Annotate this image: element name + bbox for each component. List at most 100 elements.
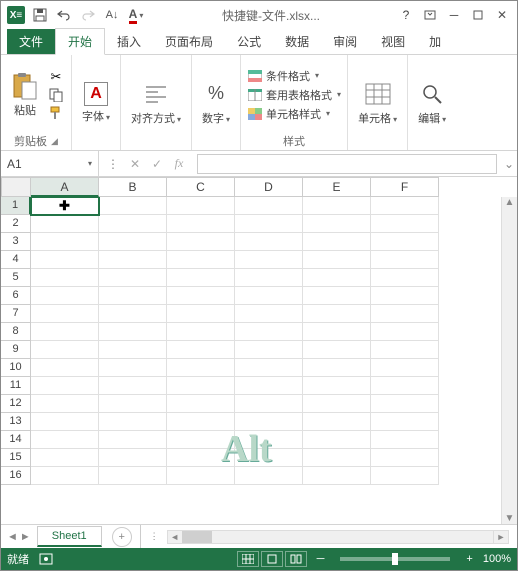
row-header[interactable]: 2 xyxy=(1,215,31,233)
column-header[interactable]: F xyxy=(371,177,439,197)
maximize-icon[interactable] xyxy=(467,4,489,26)
cell[interactable] xyxy=(303,431,371,449)
cell[interactable] xyxy=(235,215,303,233)
dialog-launcher-icon[interactable]: ◢ xyxy=(51,136,58,147)
cell[interactable] xyxy=(31,467,99,485)
number-button[interactable]: % 数字▾ xyxy=(198,78,234,128)
cell[interactable] xyxy=(31,251,99,269)
cell[interactable] xyxy=(167,377,235,395)
horizontal-scrollbar[interactable] xyxy=(167,530,509,544)
column-header[interactable]: E xyxy=(303,177,371,197)
tab-home[interactable]: 开始 xyxy=(55,28,105,55)
cell[interactable] xyxy=(99,215,167,233)
cell[interactable] xyxy=(99,377,167,395)
view-normal-icon[interactable] xyxy=(237,551,259,567)
cell[interactable] xyxy=(167,197,235,215)
row-header[interactable]: 1 xyxy=(1,197,31,215)
cell[interactable] xyxy=(167,449,235,467)
cell[interactable] xyxy=(235,395,303,413)
cell[interactable] xyxy=(303,269,371,287)
cell[interactable] xyxy=(371,323,439,341)
cell[interactable] xyxy=(31,305,99,323)
cell[interactable] xyxy=(371,413,439,431)
cell[interactable] xyxy=(167,305,235,323)
cell[interactable] xyxy=(167,233,235,251)
cell[interactable] xyxy=(167,359,235,377)
row-header[interactable]: 3 xyxy=(1,233,31,251)
ribbon-options-icon[interactable] xyxy=(419,4,441,26)
redo-icon[interactable] xyxy=(77,4,99,26)
cell[interactable] xyxy=(235,233,303,251)
cell[interactable] xyxy=(235,467,303,485)
cell[interactable] xyxy=(371,377,439,395)
cell[interactable] xyxy=(303,413,371,431)
column-header[interactable]: A xyxy=(31,177,99,197)
cell[interactable] xyxy=(371,287,439,305)
cell[interactable] xyxy=(371,251,439,269)
cell[interactable] xyxy=(303,197,371,215)
cell[interactable] xyxy=(235,431,303,449)
row-header[interactable]: 14 xyxy=(1,431,31,449)
cell[interactable] xyxy=(167,251,235,269)
cell-grid[interactable]: 12345678910111213141516 xyxy=(1,197,517,524)
row-header[interactable]: 6 xyxy=(1,287,31,305)
cell[interactable] xyxy=(99,269,167,287)
tab-layout[interactable]: 页面布局 xyxy=(153,29,225,54)
cell[interactable] xyxy=(371,233,439,251)
cell[interactable] xyxy=(235,413,303,431)
paste-button[interactable]: 粘贴 xyxy=(7,70,43,120)
cell[interactable] xyxy=(31,197,99,215)
row-header[interactable]: 11 xyxy=(1,377,31,395)
cell[interactable] xyxy=(31,449,99,467)
cell[interactable] xyxy=(99,197,167,215)
cell-styles-button[interactable]: 单元格样式▾ xyxy=(247,105,330,123)
tab-formulas[interactable]: 公式 xyxy=(225,29,273,54)
row-header[interactable]: 16 xyxy=(1,467,31,485)
vertical-scrollbar[interactable]: ▲▼ xyxy=(501,197,517,524)
cell[interactable] xyxy=(99,341,167,359)
cell[interactable] xyxy=(303,305,371,323)
minimize-icon[interactable]: ─ xyxy=(443,4,465,26)
table-format-button[interactable]: 套用表格格式▾ xyxy=(247,86,341,104)
cell[interactable] xyxy=(99,287,167,305)
cell[interactable] xyxy=(303,377,371,395)
cell[interactable] xyxy=(99,359,167,377)
row-header[interactable]: 10 xyxy=(1,359,31,377)
conditional-format-button[interactable]: 条件格式▾ xyxy=(247,67,319,85)
cell[interactable] xyxy=(167,323,235,341)
cell[interactable] xyxy=(371,215,439,233)
row-header[interactable]: 13 xyxy=(1,413,31,431)
cell[interactable] xyxy=(99,395,167,413)
font-color-icon[interactable]: A▾ xyxy=(125,4,147,26)
column-header[interactable]: C xyxy=(167,177,235,197)
cell[interactable] xyxy=(235,359,303,377)
cell[interactable] xyxy=(371,431,439,449)
cell[interactable] xyxy=(371,197,439,215)
cut-icon[interactable]: ✂ xyxy=(47,69,65,85)
cell[interactable] xyxy=(371,467,439,485)
row-header[interactable]: 7 xyxy=(1,305,31,323)
row-header[interactable]: 15 xyxy=(1,449,31,467)
cell[interactable] xyxy=(31,287,99,305)
help-icon[interactable]: ? xyxy=(395,4,417,26)
cell[interactable] xyxy=(235,323,303,341)
cell[interactable] xyxy=(31,323,99,341)
cell[interactable] xyxy=(167,215,235,233)
cell[interactable] xyxy=(371,341,439,359)
cell[interactable] xyxy=(31,341,99,359)
cell[interactable] xyxy=(303,341,371,359)
cell[interactable] xyxy=(99,251,167,269)
name-box[interactable]: A1▾ xyxy=(1,151,99,176)
cell[interactable] xyxy=(235,287,303,305)
row-header[interactable]: 12 xyxy=(1,395,31,413)
copy-icon[interactable] xyxy=(47,87,65,103)
cell[interactable] xyxy=(303,287,371,305)
row-header[interactable]: 4 xyxy=(1,251,31,269)
cell[interactable] xyxy=(99,431,167,449)
tab-addins[interactable]: 加 xyxy=(417,29,453,54)
cell[interactable] xyxy=(371,305,439,323)
cell[interactable] xyxy=(31,413,99,431)
sheet-nav[interactable]: ◄► xyxy=(1,531,37,543)
row-header[interactable]: 9 xyxy=(1,341,31,359)
cell[interactable] xyxy=(99,449,167,467)
